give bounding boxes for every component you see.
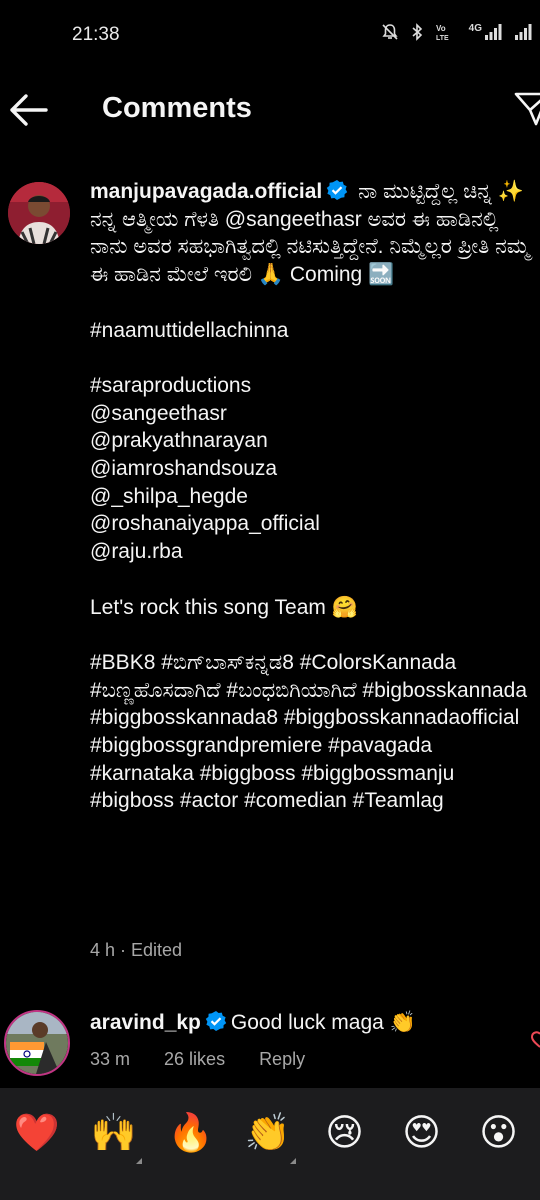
profile-photo — [8, 182, 70, 244]
emoji-crying-button[interactable]: 😢 — [306, 1108, 383, 1158]
skin-tone-indicator-icon — [290, 1158, 296, 1164]
svg-text:LTE: LTE — [436, 35, 449, 42]
comment-username[interactable]: manjupavagada.official — [90, 180, 322, 203]
status-bar: 21:38 Vo LTE 4G — [0, 0, 540, 70]
avatar[interactable] — [8, 182, 70, 244]
emoji-raised-hands-button[interactable]: 🙌 — [75, 1108, 152, 1164]
network-type-label: 4G — [468, 22, 482, 34]
share-button[interactable] — [512, 88, 540, 128]
emoji-heart-button[interactable]: ❤️ — [0, 1108, 75, 1158]
signal-icon-2 — [515, 24, 532, 40]
back-button[interactable] — [6, 90, 52, 130]
reply-likes[interactable]: 26 likes — [164, 1049, 225, 1070]
emoji-fire-button[interactable]: 🔥 — [152, 1108, 229, 1158]
skin-tone-indicator-icon — [136, 1158, 142, 1164]
bluetooth-icon — [412, 23, 422, 41]
emoji-glyph: 👏 — [244, 1112, 291, 1153]
volte-icon: Vo LTE — [436, 24, 449, 42]
verified-badge-icon — [205, 1011, 227, 1031]
mute-icon — [382, 24, 398, 40]
comment-meta: 4 h · Edited — [90, 940, 183, 960]
signal-icon — [485, 24, 502, 40]
emoji-reaction-bar: ❤️ 🙌 🔥 👏 😢 😍 😮 😂 — [0, 1088, 540, 1200]
svg-text:Vo: Vo — [436, 24, 446, 33]
emoji-glyph: 🙌 — [90, 1112, 137, 1153]
reply-meta: 33 m 26 likes Reply — [90, 1049, 305, 1070]
top-bar: Comments — [0, 72, 540, 152]
status-time: 21:38 — [72, 24, 120, 45]
emoji-heart-eyes-button[interactable]: 😍 — [383, 1108, 460, 1158]
heart-icon[interactable] — [530, 1030, 540, 1050]
comment-body: ನಾ ಮುಟ್ಟಿದ್ದೆಲ್ಲ ಚಿನ್ನ ✨ ನನ್ನ ಆತ್ಮೀಯ ಗೆಳ… — [90, 180, 530, 813]
reply-time: 33 m — [90, 1049, 131, 1069]
page-title: Comments — [102, 92, 252, 124]
comment-text: manjupavagada.official ನಾ ಮುಟ್ಟಿದ್ದೆಲ್ಲ … — [90, 178, 536, 815]
reply-username[interactable]: aravind_kp — [90, 1011, 201, 1034]
verified-badge-icon — [327, 180, 348, 200]
emoji-clap-button[interactable]: 👏 — [229, 1108, 306, 1164]
emoji-surprised-button[interactable]: 😮 — [460, 1108, 537, 1158]
reply-button[interactable]: Reply — [259, 1049, 305, 1070]
paper-plane-icon — [514, 92, 540, 126]
avatar[interactable] — [4, 1010, 70, 1076]
emoji-row: ❤️ 🙌 🔥 👏 😢 😍 😮 😂 — [0, 1108, 540, 1164]
reply-line: aravind_kp Good luck maga 👏 — [90, 1010, 416, 1035]
profile-photo — [6, 1012, 68, 1074]
back-arrow-icon — [10, 94, 48, 126]
status-icons: Vo LTE 4G — [381, 22, 532, 42]
reply-text: Good luck maga 👏 — [230, 1011, 416, 1034]
